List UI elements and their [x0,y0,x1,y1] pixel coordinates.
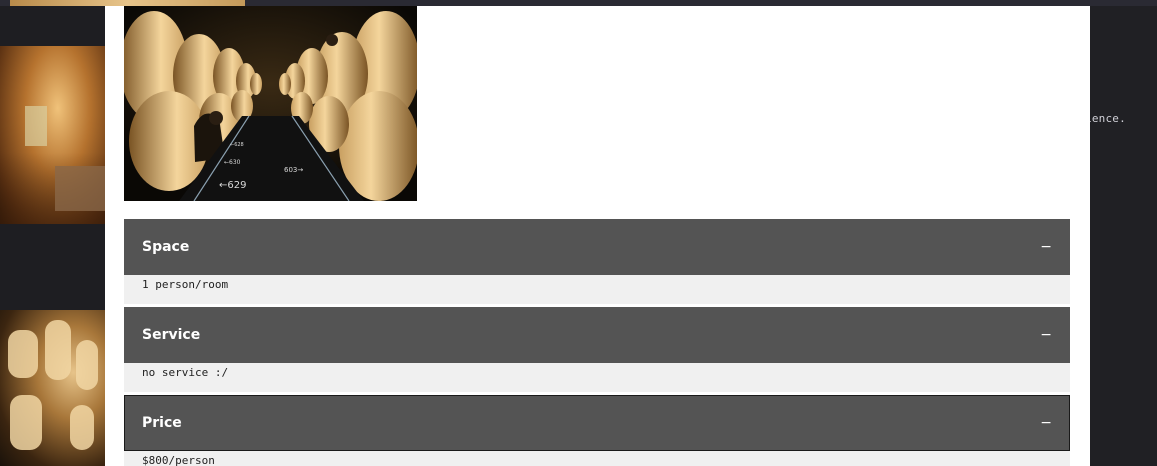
pod-shape [76,340,98,390]
accordion-header-price[interactable]: Price − [124,395,1070,451]
floor-label: ←628 [230,142,244,148]
background-pods-image [0,310,105,466]
accordion-section-service: Service − no service :/ [124,307,1070,392]
pod-shape [45,320,71,380]
floor-label: ←629 [219,180,246,191]
accordion-title: Service [142,327,201,343]
accordion-content-service: no service :/ [124,363,1070,392]
room-detail-modal: ←629 603→ ←630 ←628 Space − 1 person/roo… [105,6,1090,466]
accordion-title: Space [142,239,190,255]
collapse-icon[interactable]: − [1040,415,1052,431]
accordion-content-price: $800/person [124,451,1070,466]
accordion-content-space: 1 person/room [124,275,1070,304]
floor-label: 603→ [284,166,303,174]
accordion-header-service[interactable]: Service − [124,307,1070,363]
pod-shape [8,330,38,378]
accordion-section-price: Price − $800/person [124,395,1070,466]
background-room-image [0,46,105,224]
accordion-section-space: Space − 1 person/room [124,219,1070,304]
accordion-title: Price [142,415,182,431]
bed-shape [55,166,105,211]
pod-shape [10,395,42,450]
background-right-panel [1090,6,1157,466]
background-description-text: ience. [1085,112,1126,125]
floor-label: ←630 [224,159,241,166]
window-shape [25,106,47,146]
collapse-icon[interactable]: − [1040,327,1052,343]
accordion-header-space[interactable]: Space − [124,219,1070,275]
pod-shape [70,405,94,450]
capsule-hotel-image: ←629 603→ ←630 ←628 [124,6,417,201]
collapse-icon[interactable]: − [1040,239,1052,255]
